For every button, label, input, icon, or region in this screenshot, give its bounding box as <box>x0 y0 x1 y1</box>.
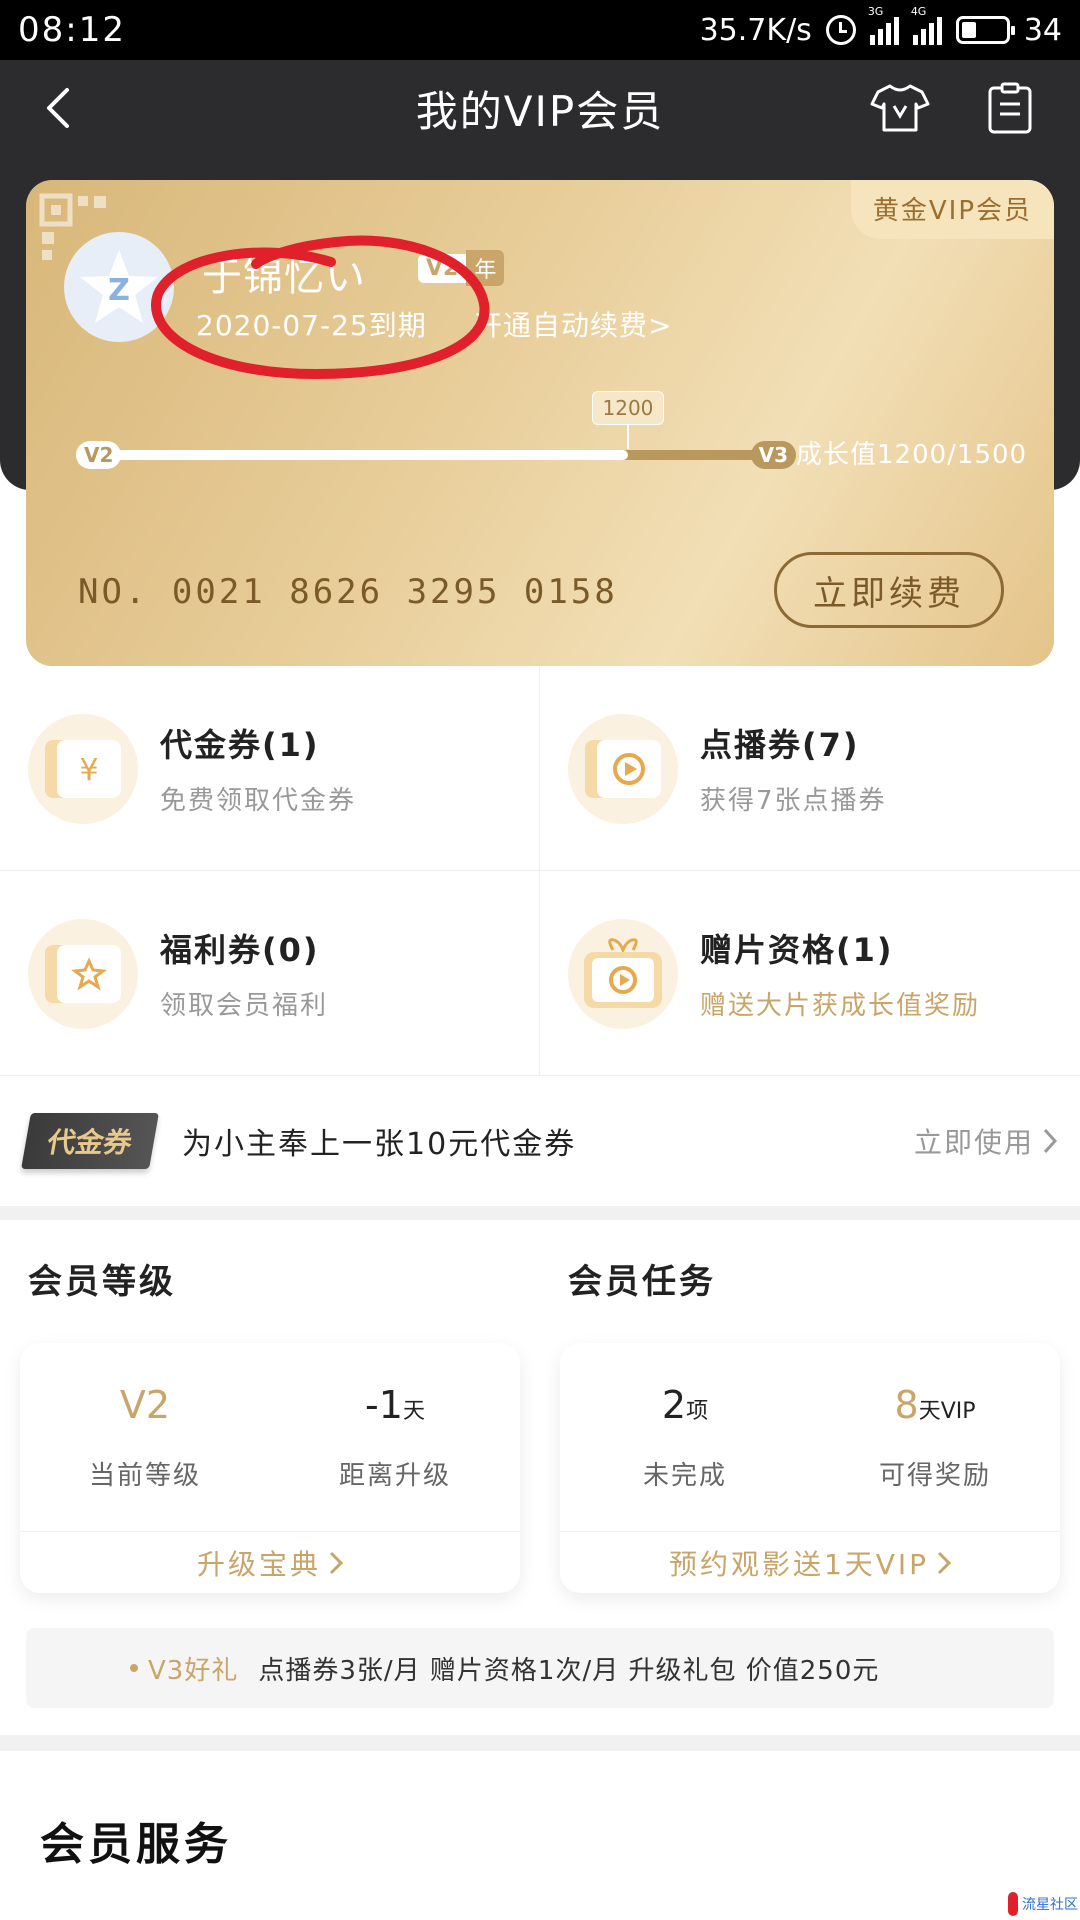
watermark: 流星社区 <box>1008 1892 1078 1916</box>
yuan-ticket-icon: ¥ <box>28 713 138 824</box>
membership-type-tag: 黄金VIP会员 <box>850 180 1054 239</box>
progress-fill <box>116 450 628 460</box>
current-level-stat: V2 当前等级 <box>20 1383 270 1492</box>
stat-unit: 天 <box>402 1399 425 1424</box>
avatar[interactable]: Z <box>64 232 174 342</box>
star-avatar-icon: Z <box>80 250 158 323</box>
level-section-title: 会员等级 <box>28 1262 176 1302</box>
stat-label: 可得奖励 <box>878 1461 991 1491</box>
voucher-banner[interactable]: 代金券 为小主奉上一张10元代金券 立即使用 <box>0 1076 1080 1206</box>
use-now-link[interactable]: 立即使用 <box>914 1121 1058 1161</box>
reserve-watch-label: 预约观影送1天VIP <box>668 1547 930 1581</box>
watermark-text: 流星社区 <box>1022 1897 1078 1913</box>
svg-text:Z: Z <box>108 273 130 308</box>
svg-text:¥: ¥ <box>79 753 98 788</box>
coupon-gift-film[interactable]: 赠片资格(1) 赠送大片获成长值奖励 <box>540 871 1080 1076</box>
card-number: NO. 0021 8626 3295 0158 <box>78 572 618 612</box>
stat-value: 2 <box>661 1383 687 1427</box>
upgrade-guide-label: 升级宝典 <box>196 1547 321 1581</box>
progress-value-bubble: 1200 <box>591 391 665 425</box>
expire-date: 2020-07-25到期 <box>196 309 427 342</box>
play-ticket-icon <box>568 713 678 824</box>
star-ticket-icon <box>28 918 138 1029</box>
records-button[interactable] <box>980 80 1040 136</box>
level-badge-year: 年 <box>466 250 505 286</box>
alarm-icon <box>825 15 856 45</box>
coupon-play[interactable]: 点播券(7) 获得7张点播券 <box>540 666 1080 871</box>
coupon-grid: ¥ 代金券(1) 免费领取代金券 点播券(7) 获得7张点播券 福利券(0) 领取会员… <box>0 666 1080 1076</box>
voucher-tag: 代金券 <box>21 1113 159 1169</box>
clipboard-icon <box>988 82 1032 134</box>
section-gap <box>0 1735 1080 1751</box>
progress-end-level: V3 <box>750 441 796 469</box>
coupon-title: 赠片资格(1) <box>700 931 894 969</box>
stat-label: 距离升级 <box>338 1461 451 1491</box>
level-badge: V2 年 <box>418 250 505 286</box>
coupon-subtitle: 获得7张点播券 <box>700 786 887 816</box>
header-bar: 我的VIP会员 <box>0 60 1080 156</box>
days-to-upgrade-stat: -1天 距离升级 <box>270 1383 520 1492</box>
stat-value: 8 <box>894 1383 919 1427</box>
progress-track <box>116 450 756 460</box>
battery-icon <box>955 16 1015 44</box>
status-icons: 35.7K/s 3G 4G 34 <box>699 5 1062 48</box>
coupon-cash[interactable]: ¥ 代金券(1) 免费领取代金券 <box>0 666 540 871</box>
vip-card: 黄金VIP会员 Z 于锦忆い V2 年 2020-07-25到期 开通自动续费>… <box>26 180 1054 666</box>
task-section-title: 会员任务 <box>568 1262 716 1302</box>
coupon-subtitle: 领取会员福利 <box>160 991 329 1021</box>
level-badge-level: V2 <box>418 253 467 283</box>
coupon-title: 点播券(7) <box>700 726 860 764</box>
back-arrow-icon <box>47 88 69 128</box>
services-title: 会员服务 <box>40 1819 232 1870</box>
status-bar: 08:12 35.7K/s 3G 4G 34 <box>0 0 1080 60</box>
reward-stat: 8天VIP 可得奖励 <box>810 1383 1060 1492</box>
gift-film-icon <box>568 918 678 1029</box>
gift-description: 点播券3张/月 赠片资格1次/月 升级礼包 价值250元 <box>258 1655 880 1686</box>
username: 于锦忆い <box>202 254 366 300</box>
signal-4g-icon: 4G <box>911 5 942 45</box>
renew-button[interactable]: 立即续费 <box>774 552 1004 628</box>
stat-value: V2 <box>119 1383 171 1427</box>
tshirt-icon <box>870 84 930 132</box>
task-card[interactable]: 2项 未完成 8天VIP 可得奖励 预约观影送1天VIP <box>560 1343 1060 1593</box>
divider <box>0 870 1080 871</box>
divider <box>539 666 540 1076</box>
level-card[interactable]: V2 当前等级 -1天 距离升级 升级宝典 <box>20 1343 520 1593</box>
use-now-label: 立即使用 <box>913 1126 1034 1159</box>
growth-progress: 1200 V2 V3 <box>76 391 796 475</box>
network-speed: 35.7K/s <box>699 12 812 48</box>
progress-marker <box>627 423 629 449</box>
coupon-title: 福利券(0) <box>160 931 320 969</box>
coupon-subtitle: 免费领取代金券 <box>160 786 357 816</box>
dress-up-button[interactable] <box>870 80 930 136</box>
battery-fill <box>961 22 977 38</box>
chevron-right-icon <box>938 1551 952 1574</box>
voucher-text: 为小主奉上一张10元代金券 <box>182 1127 577 1162</box>
chevron-right-icon <box>1043 1128 1058 1154</box>
stat-label: 当前等级 <box>88 1461 201 1491</box>
stat-value: -1 <box>365 1383 403 1427</box>
upgrade-guide-link[interactable]: 升级宝典 <box>20 1531 520 1593</box>
coupon-welfare[interactable]: 福利券(0) 领取会员福利 <box>0 871 540 1076</box>
progress-start-level: V2 <box>76 441 122 469</box>
bullet-dot <box>130 1664 138 1672</box>
growth-value: 成长值1200/1500 <box>796 440 1028 470</box>
coupon-subtitle: 赠送大片获成长值奖励 <box>700 991 981 1021</box>
droplet-logo-icon <box>1008 1892 1018 1916</box>
signal-3g-icon: 3G <box>868 5 899 45</box>
unfinished-task-stat: 2项 未完成 <box>560 1383 810 1492</box>
chevron-right-icon <box>329 1551 343 1574</box>
battery-text: 34 <box>1023 12 1062 48</box>
section-gap <box>0 1206 1080 1220</box>
stat-unit: 项 <box>686 1399 709 1424</box>
v3-gift-bar[interactable]: V3好礼 点播券3张/月 赠片资格1次/月 升级礼包 价值250元 <box>26 1628 1054 1708</box>
auto-renew-link[interactable]: 开通自动续费> <box>474 304 672 344</box>
back-button[interactable] <box>28 78 88 138</box>
stat-label: 未完成 <box>642 1461 727 1491</box>
gift-highlight: V3好礼 <box>148 1655 239 1686</box>
coupon-title: 代金券(1) <box>160 726 320 764</box>
status-time: 08:12 <box>18 10 126 50</box>
reserve-watch-link[interactable]: 预约观影送1天VIP <box>560 1531 1060 1593</box>
stat-unit: 天VIP <box>918 1399 976 1424</box>
